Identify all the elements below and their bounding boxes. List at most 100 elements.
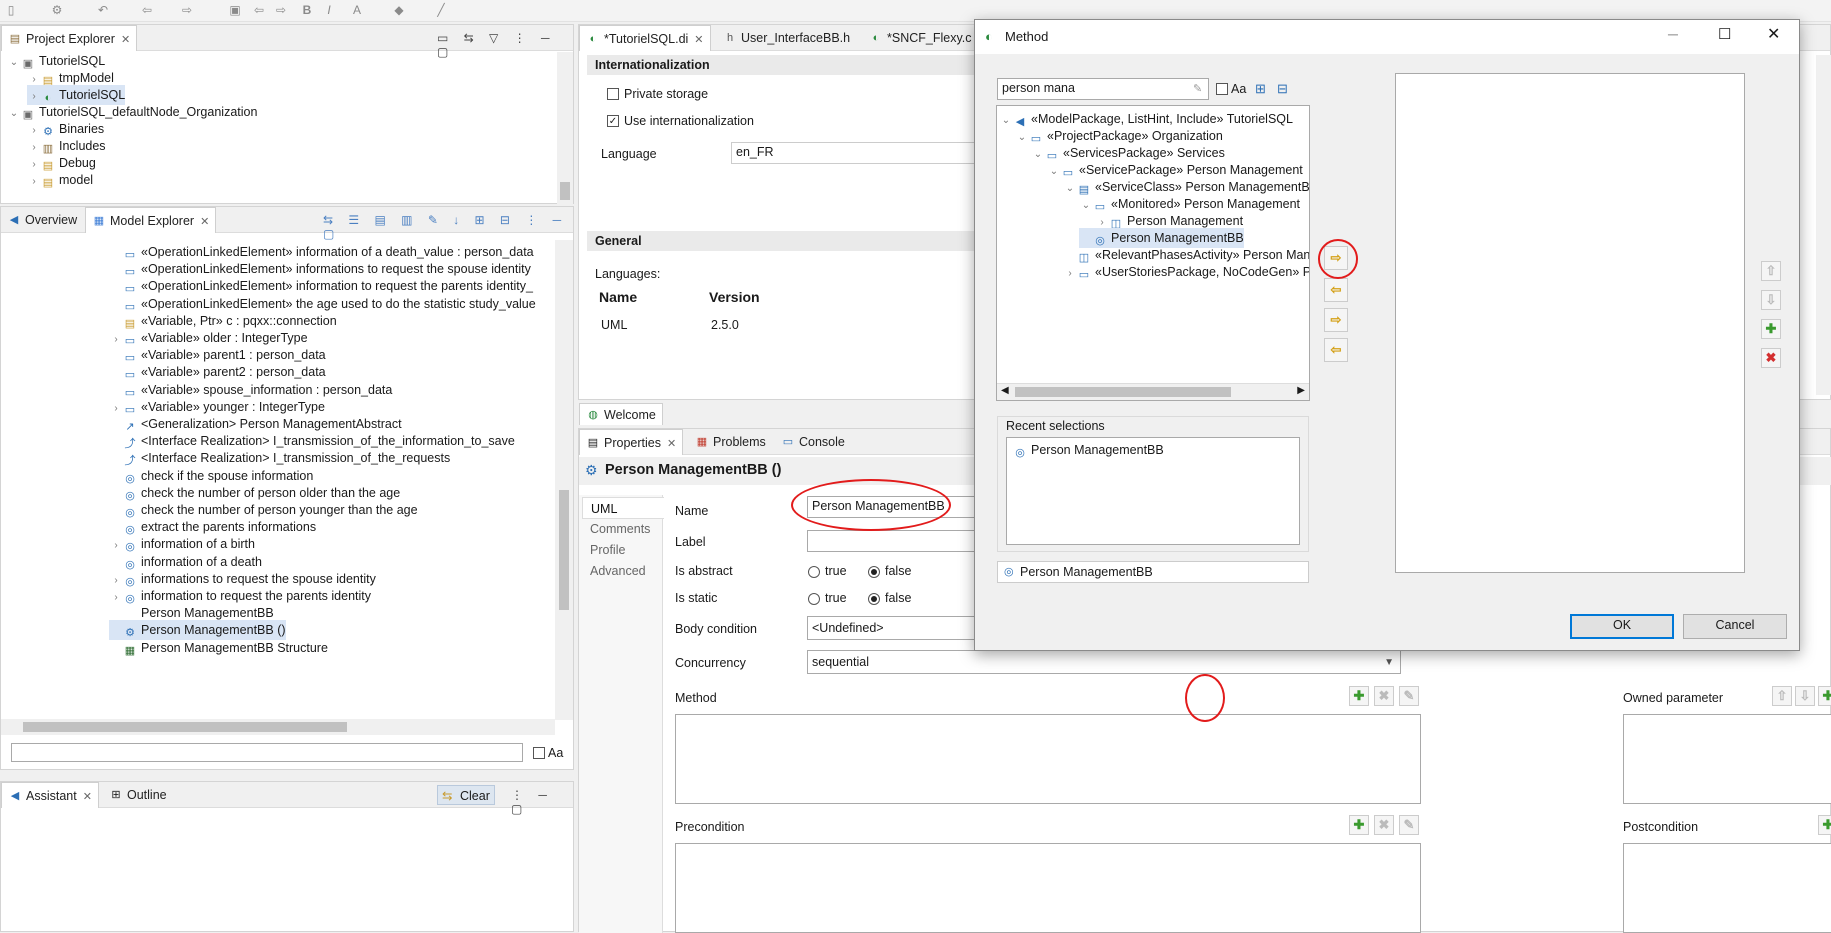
dialog-match-case-checkbox[interactable] xyxy=(1216,83,1228,95)
tab-model-explorer[interactable]: ▦ Model Explorer ✕ xyxy=(85,207,217,233)
add-parameter-button[interactable]: ✚ xyxy=(1818,686,1831,706)
minimize-icon[interactable]: ─ xyxy=(1668,26,1678,42)
close-icon[interactable]: ✕ xyxy=(200,216,209,228)
tab-user-interface-h[interactable]: h User_InterfaceBB.h xyxy=(717,25,856,51)
bold-icon[interactable]: B xyxy=(300,3,314,17)
edit-method-button[interactable]: ✎ xyxy=(1399,686,1419,706)
italic-icon[interactable]: I xyxy=(322,3,336,17)
assistant-controls[interactable]: ⋮ ─ ▢ xyxy=(511,788,573,816)
tab-overview[interactable]: ◀ Overview xyxy=(1,207,83,233)
is-abstract-false-radio[interactable] xyxy=(868,566,880,578)
close-icon[interactable]: ✕ xyxy=(667,438,676,450)
editor-scrollbar[interactable] xyxy=(1816,55,1831,395)
scroll-left-icon[interactable]: ◀ xyxy=(1001,385,1009,396)
tab-console[interactable]: ▭ Console xyxy=(775,429,851,455)
remove-method-button[interactable]: ✖ xyxy=(1374,686,1394,706)
add-precondition-button[interactable]: ✚ xyxy=(1349,815,1369,835)
move-up-button[interactable]: ⇧ xyxy=(1761,261,1781,281)
remove-precondition-button[interactable]: ✖ xyxy=(1374,815,1394,835)
side-tab-comments[interactable]: Comments xyxy=(582,518,658,540)
tree-item[interactable]: › ▤ model xyxy=(27,170,93,190)
add-element-button[interactable]: ✚ xyxy=(1761,319,1781,339)
owned-parameter-list[interactable] xyxy=(1623,714,1831,804)
move-down-button[interactable]: ⇩ xyxy=(1761,290,1781,310)
new-icon[interactable]: ▯ xyxy=(4,3,18,17)
chevron-down-icon[interactable]: ⌄ xyxy=(7,53,21,73)
model-scrollbar-v[interactable] xyxy=(555,240,573,720)
edit-precondition-button[interactable]: ✎ xyxy=(1399,815,1419,835)
model-scrollbar-h[interactable] xyxy=(1,719,555,735)
chevron-right-icon[interactable]: › xyxy=(27,172,41,192)
font-icon[interactable]: A xyxy=(350,3,364,17)
model-filter-input[interactable] xyxy=(11,743,523,762)
close-icon[interactable]: ✕ xyxy=(121,34,130,46)
is-abstract-true-radio[interactable] xyxy=(808,566,820,578)
postcondition-list[interactable] xyxy=(1623,843,1831,933)
debug-icon[interactable]: ⚙ xyxy=(50,3,64,17)
is-static-true-radio[interactable] xyxy=(808,593,820,605)
undo-icon[interactable]: ↶ xyxy=(96,3,110,17)
concurrency-select[interactable]: sequential ▼ xyxy=(807,650,1401,674)
ok-button[interactable]: OK xyxy=(1570,614,1674,639)
maximize-icon[interactable]: ☐ xyxy=(1718,25,1731,43)
cancel-button[interactable]: Cancel xyxy=(1683,614,1787,639)
chevron-down-icon[interactable]: ⌄ xyxy=(1063,179,1077,199)
language-field[interactable]: en_FR xyxy=(731,142,981,164)
chevron-down-icon[interactable]: ⌄ xyxy=(1031,145,1045,165)
clear-search-icon[interactable]: ✎ xyxy=(1193,82,1202,95)
nav-back-icon[interactable]: ⇦ xyxy=(252,3,266,17)
nav-forward-icon[interactable]: ⇨ xyxy=(274,3,288,17)
selected-elements-list[interactable] xyxy=(1395,73,1745,573)
precondition-list[interactable] xyxy=(675,843,1421,933)
close-icon[interactable]: ✕ xyxy=(1767,24,1780,44)
line-color-icon[interactable]: ╱ xyxy=(434,3,448,17)
tree-item[interactable]: ▦ Person ManagementBB Structure xyxy=(109,638,328,658)
chevron-down-icon[interactable]: ⌄ xyxy=(999,111,1013,131)
move-down-button[interactable]: ⇩ xyxy=(1795,686,1815,706)
tab-assistant[interactable]: ◀ Assistant ✕ xyxy=(1,782,99,808)
model-explorer-controls[interactable]: ⇆ ☰ ▤ ▥ ✎ ↓ ⊞ ⊟ ⋮ ─ ▢ xyxy=(323,213,573,241)
tab-properties[interactable]: ▤ Properties ✕ xyxy=(579,429,684,455)
clear-button[interactable]: ⇆ Clear xyxy=(437,785,495,805)
close-icon[interactable]: ✕ xyxy=(83,791,92,803)
match-case-checkbox[interactable] xyxy=(533,747,545,759)
expand-all-icon[interactable]: ⊞ xyxy=(1255,81,1266,97)
open-icon[interactable]: ▣ xyxy=(228,3,242,17)
add-all-button[interactable]: ⇨ xyxy=(1324,308,1348,332)
dialog-tree-item[interactable]: › ▭ «UserStoriesPackage, NoCodeGen» P xyxy=(1063,262,1309,282)
remove-all-button[interactable]: ⇦ xyxy=(1324,338,1348,362)
forward-icon[interactable]: ⇨ xyxy=(180,3,194,17)
use-i18n-checkbox[interactable]: ✓ xyxy=(607,115,619,127)
close-icon[interactable]: ✕ xyxy=(694,34,703,46)
tab-project-explorer[interactable]: ▤ Project Explorer ✕ xyxy=(1,25,138,51)
tab-welcome[interactable]: ◍ Welcome xyxy=(579,403,663,425)
private-storage-checkbox[interactable] xyxy=(607,88,619,100)
recent-item[interactable]: ◎ Person ManagementBB xyxy=(1013,440,1164,460)
side-tab-advanced[interactable]: Advanced xyxy=(582,560,658,582)
dialog-tree-scrollbar-h[interactable]: ◀ ▶ xyxy=(997,383,1309,400)
side-tab-profile[interactable]: Profile xyxy=(582,539,658,561)
project-scrollbar[interactable] xyxy=(557,52,573,204)
add-method-button[interactable]: ✚ xyxy=(1349,686,1369,706)
delete-element-button[interactable]: ✖ xyxy=(1761,348,1781,368)
chevron-down-icon[interactable]: ⌄ xyxy=(1079,196,1093,216)
remove-selection-button[interactable]: ⇦ xyxy=(1324,278,1348,302)
tab-problems[interactable]: ▦ Problems xyxy=(689,429,772,455)
back-icon[interactable]: ⇦ xyxy=(140,3,154,17)
tab-outline[interactable]: ⊞ Outline xyxy=(103,782,173,808)
method-list[interactable] xyxy=(675,714,1421,804)
fill-color-icon[interactable]: ◆ xyxy=(392,3,406,17)
tab-sncf-flexy[interactable]: ◐ *SNCF_Flexy.c xyxy=(863,25,978,51)
add-postcondition-button[interactable]: ✚ xyxy=(1818,815,1831,835)
scroll-right-icon[interactable]: ▶ xyxy=(1297,385,1305,396)
chevron-right-icon[interactable]: › xyxy=(1063,264,1077,284)
side-tab-uml[interactable]: UML xyxy=(582,497,664,519)
collapse-all-icon[interactable]: ⊟ xyxy=(1277,81,1288,97)
chevron-down-icon[interactable]: ⌄ xyxy=(1015,128,1029,148)
dialog-search-input[interactable]: person mana xyxy=(997,78,1209,100)
chevron-down-icon[interactable]: ⌄ xyxy=(7,104,21,124)
recent-selections-list[interactable]: ◎ Person ManagementBB xyxy=(1006,437,1300,545)
tab-tutorielsql-di[interactable]: ◐ *TutorielSQL.di ✕ xyxy=(579,25,711,51)
chevron-down-icon[interactable]: ⌄ xyxy=(1047,162,1061,182)
is-static-false-radio[interactable] xyxy=(868,593,880,605)
